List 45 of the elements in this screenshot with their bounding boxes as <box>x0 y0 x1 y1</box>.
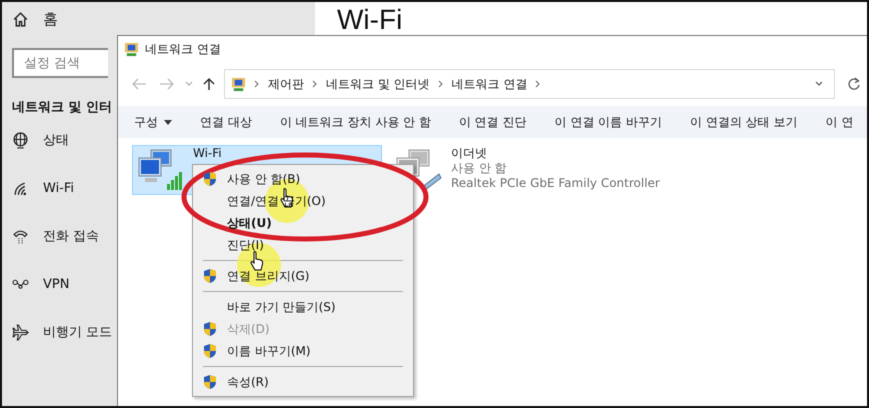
toolbar-button[interactable]: 연결 대상 <box>200 114 266 130</box>
hand-cursor-icon <box>250 251 264 271</box>
nav-item[interactable]: 전화 접속 <box>43 227 100 245</box>
menu-item[interactable]: 진단(I) <box>193 234 413 256</box>
nav-item[interactable]: 상태 <box>43 131 69 149</box>
breadcrumb[interactable]: 네트워크 연결 <box>452 76 528 92</box>
nav-item[interactable]: VPN <box>43 276 70 292</box>
refresh-icon[interactable] <box>847 77 861 91</box>
menu-item[interactable]: 바로 가기 만들기(S) <box>193 296 413 318</box>
search-field[interactable]: 설정 검색 <box>12 48 108 78</box>
home-icon <box>12 10 29 28</box>
connection-name: Wi-Fi <box>193 146 222 161</box>
phone-icon <box>12 228 29 244</box>
toolbar-button[interactable]: 이 네트워크 장치 사용 안 함 <box>280 114 445 130</box>
breadcrumb[interactable]: 제어판 <box>268 76 304 92</box>
chevron-right-icon <box>312 80 318 88</box>
nav-item[interactable]: 비행기 모드 <box>43 323 112 341</box>
connection-detail: Realtek PCIe GbE Family Controller <box>451 176 660 191</box>
globe-icon <box>12 132 29 148</box>
chevron-right-icon <box>254 80 260 88</box>
wireless-adapter-icon <box>137 148 185 192</box>
toolbar-button[interactable]: 이 연결의 상태 보기 <box>690 114 812 130</box>
airplane-icon <box>12 324 29 340</box>
page-title: Wi-Fi <box>337 4 404 36</box>
chevron-right-icon <box>535 80 542 88</box>
menu-item[interactable]: 상태(U) <box>193 212 413 234</box>
toolbar-button[interactable]: 이 연 <box>825 114 867 130</box>
toolbar-button[interactable]: 이 연결 이름 바꾸기 <box>554 114 676 130</box>
menu-item[interactable]: 속성(R) <box>193 371 413 393</box>
toolbar-button[interactable]: 구성 <box>134 114 186 130</box>
section-heading: 네트워크 및 인터 <box>12 99 112 116</box>
breadcrumb[interactable]: 네트워크 및 인터넷 <box>326 76 430 92</box>
network-folder-icon <box>231 76 246 92</box>
connection-detail: 사용 안 함 <box>451 161 508 176</box>
connection-name: 이더넷 <box>451 146 488 161</box>
menu-item[interactable]: 이름 바꾸기(M) <box>193 340 413 362</box>
up-arrow-icon[interactable] <box>203 77 215 91</box>
address-bar[interactable]: 제어판 네트워크 및 인터넷 네트워크 연결 <box>224 69 835 99</box>
chevron-right-icon <box>438 80 444 88</box>
wifi-icon <box>12 180 29 196</box>
network-folder-icon <box>124 42 139 56</box>
home-link[interactable]: 홈 <box>43 10 58 28</box>
window-title: 네트워크 연결 <box>145 40 221 58</box>
toolbar-button[interactable]: 이 연결 진단 <box>458 114 541 130</box>
nav-item[interactable]: Wi-Fi <box>43 180 74 196</box>
